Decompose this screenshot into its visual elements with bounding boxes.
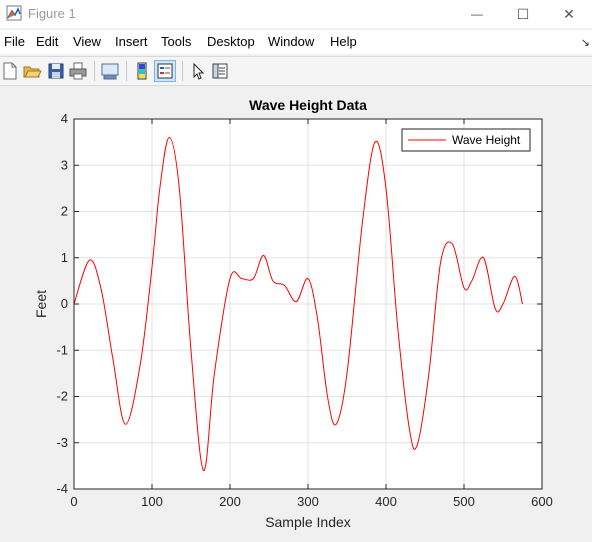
matlab-figure-icon <box>6 5 22 21</box>
x-tick-label: 400 <box>375 494 397 509</box>
insert-legend-button[interactable] <box>154 60 176 82</box>
y-tick-label: 2 <box>61 204 68 219</box>
y-tick-label: 3 <box>61 157 68 172</box>
maximize-icon: ☐ <box>516 5 530 22</box>
window-title: Figure 1 <box>28 6 76 21</box>
save-icon[interactable] <box>46 61 66 81</box>
close-icon: ✕ <box>563 5 575 22</box>
minimize-button[interactable]: — <box>454 0 500 28</box>
close-button[interactable]: ✕ <box>546 0 592 28</box>
chart-title: Wave Height Data <box>249 97 367 113</box>
x-tick-label: 500 <box>453 494 475 509</box>
property-inspector-icon[interactable] <box>210 61 230 81</box>
menu-insert[interactable]: Insert <box>115 34 148 49</box>
window-title-bar: Figure 1 — ☐ ✕ <box>0 0 592 28</box>
edit-plot-pointer-icon[interactable] <box>188 61 208 81</box>
open-file-icon[interactable] <box>22 61 42 81</box>
y-tick-label: -1 <box>56 342 68 357</box>
insert-colorbar-icon[interactable] <box>132 61 152 81</box>
print-icon[interactable] <box>68 61 88 81</box>
menu-desktop[interactable]: Desktop <box>207 34 255 49</box>
x-tick-label: 0 <box>70 494 77 509</box>
legend-label: Wave Height <box>452 133 521 147</box>
menu-window[interactable]: Window <box>268 34 314 49</box>
x-tick-label: 300 <box>297 494 319 509</box>
dock-figure-icon[interactable]: ↘ <box>581 36 590 49</box>
new-figure-icon[interactable] <box>0 61 20 81</box>
legend[interactable]: Wave Height <box>401 128 531 152</box>
link-plot-icon[interactable] <box>100 61 120 81</box>
x-tick-label: 200 <box>219 494 241 509</box>
minimize-icon: — <box>471 7 483 21</box>
y-tick-labels: -4 -3 -2 -1 0 1 2 3 4 <box>56 111 68 496</box>
y-tick-label: -4 <box>56 481 68 496</box>
y-axis-label: Feet <box>33 290 49 318</box>
y-tick-label: 1 <box>61 250 68 265</box>
x-tick-label: 600 <box>531 494 553 509</box>
figure-canvas: 0 100 200 300 400 500 600 -4 -3 -2 -1 0 1 2 3 4 Wave H… <box>0 86 592 537</box>
y-tick-label: 4 <box>61 111 68 126</box>
x-axis-label: Sample Index <box>265 514 351 530</box>
maximize-button[interactable]: ☐ <box>500 0 546 28</box>
x-tick-label: 100 <box>141 494 163 509</box>
menu-help[interactable]: Help <box>330 34 357 49</box>
menu-bar: File Edit View Insert Tools Desktop Wind… <box>0 30 592 54</box>
wave-height-chart[interactable]: 0 100 200 300 400 500 600 -4 -3 -2 -1 0 1 2 3 4 Wave H… <box>0 86 592 537</box>
x-tick-labels: 0 100 200 300 400 500 600 <box>70 494 552 509</box>
menu-edit[interactable]: Edit <box>36 34 58 49</box>
toolbar-separator <box>126 61 127 81</box>
toolbar-separator <box>182 61 183 81</box>
y-tick-label: -2 <box>56 389 68 404</box>
insert-legend-icon <box>157 63 173 79</box>
toolbar-separator <box>94 61 95 81</box>
menu-view[interactable]: View <box>73 34 101 49</box>
menu-file[interactable]: File <box>4 34 25 49</box>
menu-tools[interactable]: Tools <box>161 34 191 49</box>
y-tick-label: 0 <box>61 296 68 311</box>
y-tick-label: -3 <box>56 435 68 450</box>
figure-toolbar <box>0 56 592 86</box>
